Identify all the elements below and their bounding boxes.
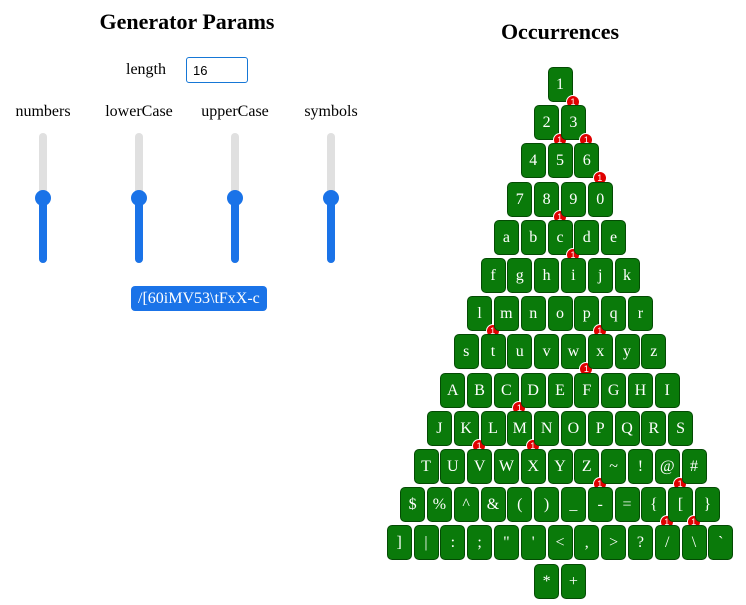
char-key[interactable]: o	[547, 296, 573, 332]
slider-thumb[interactable]	[227, 190, 243, 206]
char-key[interactable]: X	[520, 449, 546, 484]
char-key[interactable]: ?	[627, 525, 653, 561]
char-key[interactable]: '	[520, 525, 546, 561]
char-key[interactable]: z	[641, 334, 667, 370]
char-key[interactable]: E	[547, 372, 573, 408]
char-key[interactable]: *	[534, 563, 560, 599]
char-key[interactable]: F	[574, 372, 600, 408]
char-key[interactable]: ^	[453, 487, 479, 523]
char-key[interactable]: -	[587, 487, 613, 523]
char-key[interactable]: t	[480, 334, 506, 370]
generator-title: Generator Params	[99, 9, 275, 34]
slider-fill	[39, 198, 47, 263]
char-key[interactable]: _	[560, 487, 586, 523]
char-key[interactable]: W	[493, 449, 519, 484]
char-key[interactable]: x	[587, 334, 613, 370]
char-key[interactable]: y	[614, 334, 640, 370]
char-key[interactable]: H	[627, 372, 653, 408]
char-key[interactable]: P	[587, 410, 613, 446]
char-key[interactable]: a	[493, 219, 519, 255]
char-key[interactable]: B	[467, 372, 493, 408]
slider-thumb[interactable]	[131, 190, 147, 206]
char-key[interactable]: Q	[614, 410, 640, 446]
char-key[interactable]: }	[694, 487, 720, 523]
char-key[interactable]: 7	[507, 181, 533, 217]
char-key[interactable]: d	[574, 219, 600, 255]
char-key[interactable]: r	[627, 296, 653, 332]
char-key[interactable]: e	[601, 219, 627, 255]
char-key[interactable]: "	[493, 525, 519, 561]
char-key[interactable]: L	[480, 410, 506, 446]
char-key[interactable]: T	[413, 449, 439, 484]
char-key[interactable]: |	[413, 525, 439, 561]
char-key[interactable]: >	[601, 525, 627, 561]
char-key[interactable]: v	[534, 334, 560, 370]
slider-label-upperCase: upperCase	[201, 103, 269, 120]
char-key[interactable]: s	[453, 334, 479, 370]
char-key[interactable]: 0	[587, 181, 613, 217]
char-key[interactable]: G	[601, 372, 627, 408]
slider-thumb[interactable]	[323, 190, 339, 206]
length-label: length	[126, 61, 166, 78]
char-key[interactable]: )	[534, 487, 560, 523]
char-key[interactable]: f	[480, 258, 506, 293]
char-key[interactable]: 4	[520, 143, 546, 179]
char-key[interactable]: I	[654, 372, 680, 408]
char-key[interactable]: i	[560, 258, 586, 293]
char-key[interactable]: $	[400, 487, 426, 523]
char-key[interactable]: 5	[547, 143, 573, 179]
char-key[interactable]: k	[614, 258, 640, 293]
char-key[interactable]: u	[507, 334, 533, 370]
char-key[interactable]: =	[614, 487, 640, 523]
char-key[interactable]: &	[480, 487, 506, 523]
char-key[interactable]: #	[681, 449, 707, 484]
slider-thumb[interactable]	[35, 190, 51, 206]
char-key[interactable]: J	[426, 410, 452, 446]
char-key[interactable]: +	[560, 563, 586, 599]
generated-password[interactable]: /[60iMV53\tFxX-c	[131, 286, 267, 311]
slider-label-lowerCase: lowerCase	[105, 103, 173, 120]
char-key[interactable]: N	[534, 410, 560, 446]
char-key[interactable]: U	[440, 449, 466, 484]
char-key[interactable]: A	[440, 372, 466, 408]
occurrences-title: Occurrences	[500, 19, 620, 44]
char-key[interactable]: !	[627, 449, 653, 484]
numbers-slider[interactable]	[35, 133, 51, 263]
lowerCase-slider[interactable]	[131, 133, 147, 263]
char-key[interactable]: S	[668, 410, 694, 446]
char-key[interactable]: m	[493, 296, 519, 332]
char-key[interactable]: ;	[467, 525, 493, 561]
char-key[interactable]: 9	[560, 181, 586, 217]
char-key[interactable]: ]	[386, 525, 412, 561]
length-input[interactable]	[186, 57, 248, 83]
char-key[interactable]: Y	[547, 449, 573, 484]
char-key[interactable]: /	[654, 525, 680, 561]
char-key[interactable]: :	[440, 525, 466, 561]
char-key[interactable]: %	[426, 487, 452, 523]
char-key[interactable]: n	[520, 296, 546, 332]
char-key[interactable]: R	[641, 410, 667, 446]
slider-label-symbols: symbols	[304, 103, 358, 120]
symbols-slider[interactable]	[323, 133, 339, 263]
char-key[interactable]: <	[547, 525, 573, 561]
slider-fill	[135, 198, 143, 263]
char-key[interactable]: b	[520, 219, 546, 255]
slider-label-numbers: numbers	[15, 103, 71, 120]
char-key[interactable]: ,	[574, 525, 600, 561]
char-key[interactable]: q	[601, 296, 627, 332]
char-key[interactable]: h	[534, 258, 560, 293]
char-key[interactable]: O	[560, 410, 586, 446]
slider-fill	[231, 198, 239, 263]
upperCase-slider[interactable]	[227, 133, 243, 263]
slider-fill	[327, 198, 335, 263]
char-key[interactable]: D	[520, 372, 546, 408]
char-key[interactable]: `	[708, 525, 734, 561]
char-key[interactable]: \	[681, 525, 707, 561]
char-key[interactable]: g	[507, 258, 533, 293]
char-key[interactable]: j	[587, 258, 613, 293]
char-key[interactable]: V	[467, 449, 493, 484]
char-key[interactable]: (	[507, 487, 533, 523]
char-key[interactable]: ~	[601, 449, 627, 484]
